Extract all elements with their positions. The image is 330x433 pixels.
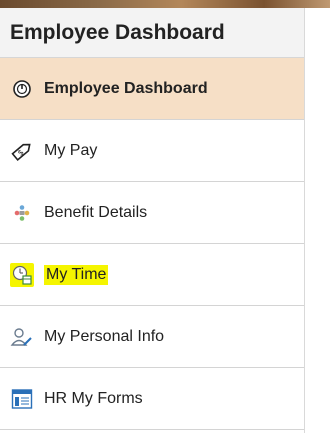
menu-item-label: My Time	[44, 264, 109, 285]
benefits-icon	[10, 201, 34, 225]
menu-item-label: My Pay	[44, 141, 98, 159]
panel-title: Employee Dashboard	[0, 8, 304, 58]
menu-item-my-personal-info[interactable]: My Personal Info	[0, 306, 304, 368]
menu-item-hr-my-forms[interactable]: HR My Forms	[0, 368, 304, 430]
menu-item-label: Benefit Details	[44, 203, 148, 221]
side-navigation-panel: Employee Dashboard Employee Dashboard $ …	[0, 8, 305, 433]
menu-item-label: My Personal Info	[44, 327, 165, 345]
menu-item-label: Employee Dashboard	[44, 79, 208, 97]
menu-item-my-time[interactable]: My Time	[0, 244, 304, 306]
pay-tag-icon: $	[10, 139, 34, 163]
menu-item-my-pay[interactable]: $ My Pay	[0, 120, 304, 182]
form-window-icon	[10, 387, 34, 411]
person-edit-icon	[10, 325, 34, 349]
background-image-strip	[0, 0, 330, 8]
menu-item-benefit-details[interactable]: Benefit Details	[0, 182, 304, 244]
dashboard-icon	[10, 77, 34, 101]
menu-item-employee-dashboard[interactable]: Employee Dashboard	[0, 58, 304, 120]
menu-item-label: HR My Forms	[44, 389, 143, 407]
clock-calendar-icon	[10, 262, 34, 287]
